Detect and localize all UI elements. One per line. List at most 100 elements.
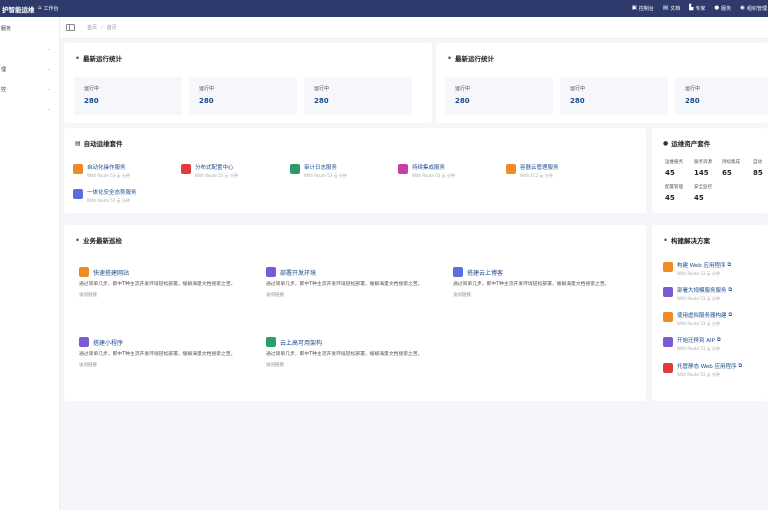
workbench-link[interactable]: ⌂ 工作台: [38, 5, 59, 12]
link-icon: ⚭: [75, 236, 81, 244]
solution-item[interactable]: 托管静态 Web 应用程序 ⧉ With Route 53 云 分钟: [663, 362, 742, 378]
asset-value: 45: [665, 169, 675, 177]
solution-sub: With Route 53 云 分钟: [677, 346, 720, 351]
service-item[interactable]: 容器云管理服务 With EC2 云 分钟: [506, 163, 559, 179]
feature-link[interactable]: 访问链接: [79, 292, 249, 298]
service-item[interactable]: 自动化操作服务 With Route 53 云 分钟: [73, 163, 130, 179]
card-title-text: 业务最新巡检: [83, 237, 123, 245]
stat-box[interactable]: 运行中 280: [189, 77, 297, 115]
stat-box[interactable]: 运行中 280: [675, 77, 768, 115]
feature-link[interactable]: 访问链接: [79, 362, 249, 368]
top-item-label: 文档: [670, 6, 681, 12]
asset-value: 45: [665, 194, 675, 202]
asset-stat[interactable]: 运维服务 45: [665, 159, 683, 177]
feature-link[interactable]: 访问链接: [266, 362, 436, 368]
sidebar-item-control[interactable]: 控 ⌄: [0, 83, 58, 95]
home-icon: ⌂: [38, 4, 42, 11]
card-title: ⚭ 构建解决方案: [663, 235, 710, 246]
service-item[interactable]: 分布式配置中心 With Route 53 云 分钟: [181, 163, 238, 179]
chevron-down-icon: ⌄: [47, 66, 51, 72]
help-icon: ◉: [740, 4, 745, 11]
asset-label: 配置管理: [665, 185, 683, 190]
stat-value: 280: [455, 97, 470, 105]
top-item-label: 服务: [721, 6, 732, 12]
asset-label: 安全监控: [694, 185, 712, 190]
sidebar-item-service[interactable]: 服务: [0, 22, 58, 34]
stat-box[interactable]: 运行中 280: [445, 77, 553, 115]
link-icon: ⚭: [447, 54, 453, 62]
asset-stat[interactable]: 持续集成 65: [722, 159, 740, 177]
solution-name: 使用虚拟服务器构建: [677, 313, 727, 319]
service-item[interactable]: 一体化安全态势服务 With Route 53 云 分钟: [73, 188, 137, 204]
asset-value: 65: [722, 169, 732, 177]
sidebar-toggle-icon[interactable]: [66, 24, 75, 31]
stat-box[interactable]: 运行中 280: [304, 77, 412, 115]
feature-icon: [266, 337, 276, 347]
service-name: 分布式配置中心: [195, 165, 234, 171]
service-item[interactable]: 审计日志服务 With Route 53 云 分钟: [290, 163, 347, 179]
top-item-docs[interactable]: ▤ 文档: [663, 5, 680, 12]
service-item[interactable]: 持续集成服务 With Route 53 云 分钟: [398, 163, 455, 179]
feature-card[interactable]: 搭建小程序 通过简单几步，即中T种主流开发环境轻松部署，缓解海量文档搜索之苦。 …: [79, 337, 249, 368]
feature-icon: [266, 267, 276, 277]
service-icon: [290, 164, 300, 174]
sidebar-item-manage[interactable]: 理 ⌄: [0, 63, 58, 75]
feature-card[interactable]: 搭建云上博客 通过简单几步，即中T种主流开发环境轻松部署，缓解海量文档搜索之苦。…: [453, 267, 623, 298]
sidebar-item-2[interactable]: ⌄: [0, 43, 58, 55]
top-item-org[interactable]: ◉ 组织管理: [740, 5, 767, 12]
card-title: ⚭ 最新运行统计: [447, 53, 495, 64]
top-item-label: 组织管理: [746, 6, 767, 12]
solution-icon: [663, 287, 673, 297]
external-link-icon: ⧉: [727, 262, 732, 268]
brand-title: 护智能运维: [2, 5, 35, 14]
top-item-console[interactable]: ▣ 控制台: [632, 5, 654, 12]
chart-icon: ▙: [689, 4, 694, 11]
external-link-icon: ⧉: [738, 363, 743, 369]
stat-box[interactable]: 运行中 280: [560, 77, 668, 115]
sidebar: 服务 ⌄ 理 ⌄ 控 ⌄ ⌄: [0, 17, 60, 510]
feature-card[interactable]: 云上高可用架构 通过简单几步，即中T种主流开发环境轻松部署，缓解海量文档搜索之苦…: [266, 337, 436, 368]
service-name: 容器云管理服务: [520, 165, 559, 171]
stat-label: 运行中: [84, 86, 100, 92]
asset-stat[interactable]: 自动 85: [753, 159, 763, 177]
solution-item[interactable]: 开始迁移到 AIP ⧉ With Route 53 云 分钟: [663, 336, 721, 352]
top-navigation-bar: 护智能运维 ⌂ 工作台 ▣ 控制台 ▤ 文档 ▙ 专家 ● 服务 ◉ 组织管理: [0, 0, 768, 17]
feature-card[interactable]: 快速搭建网站 通过简单几步，即中T种主流开发环境轻松部署，缓解海量文档搜索之苦。…: [79, 267, 249, 298]
solution-item[interactable]: 构建 Web 应用程序 ⧉ With Route 53 云 分钟: [663, 261, 731, 277]
top-item-expert[interactable]: ▙ 专家: [689, 5, 705, 12]
asset-label: 运维服务: [665, 160, 683, 165]
workbench-label: 工作台: [43, 6, 59, 12]
breadcrumb-home[interactable]: 首页: [87, 24, 97, 31]
stat-label: 运行中: [314, 86, 330, 92]
asset-value: 145: [694, 169, 709, 177]
service-name: 自动化操作服务: [87, 165, 126, 171]
business-inspection-card: ⚭ 业务最新巡检 快速搭建网站 通过简单几步，即中T种主流开发环境轻松部署，缓解…: [64, 225, 646, 401]
feature-desc: 通过简单几步，即中T种主流开发环境轻松部署，缓解海量文档搜索之苦。: [266, 282, 423, 287]
stat-box[interactable]: 运行中 280: [74, 77, 182, 115]
service-sub: With Route 53 云 分钟: [87, 198, 130, 203]
feature-desc: 通过简单几步，即中T种主流开发环境轻松部署，缓解海量文档搜索之苦。: [79, 352, 236, 357]
solution-name: 托管静态 Web 应用程序: [677, 364, 737, 370]
asset-stat[interactable]: 配置管理 45: [665, 184, 683, 202]
asset-stat[interactable]: 安全监控 45: [694, 184, 712, 202]
solution-item[interactable]: 使用虚拟服务器构建 ⧉ With Route 53 云 分钟: [663, 311, 732, 327]
top-actions: ▣ 控制台 ▤ 文档 ▙ 专家 ● 服务 ◉ 组织管理: [632, 0, 768, 17]
feature-card[interactable]: 部署开发环境 通过简单几步，即中T种主流开发环境轻松部署，缓解海量文档搜索之苦。…: [266, 267, 436, 298]
warning-icon: [181, 164, 191, 174]
service-name: 一体化安全态势服务: [87, 190, 137, 196]
feature-link[interactable]: 访问链接: [453, 292, 623, 298]
breadcrumb-separator: /: [101, 24, 103, 31]
sidebar-item-5[interactable]: ⌄: [0, 103, 58, 115]
asset-stat[interactable]: 服务资源 145: [694, 159, 712, 177]
service-icon: [506, 164, 516, 174]
feature-link[interactable]: 访问链接: [266, 292, 436, 298]
top-item-service[interactable]: ● 服务: [714, 5, 731, 12]
sidebar-item-label: 服务: [1, 25, 12, 32]
service-name: 审计日志服务: [304, 165, 338, 171]
solution-item[interactable]: 部署大规模服务服务 ⧉ With Route 53 云 分钟: [663, 286, 732, 302]
stat-label: 运行中: [570, 86, 586, 92]
card-title-text: 最新运行统计: [455, 55, 495, 63]
solution-icon: [663, 337, 673, 347]
top-item-label: 控制台: [638, 6, 654, 12]
monitor-icon: ▣: [631, 4, 637, 11]
